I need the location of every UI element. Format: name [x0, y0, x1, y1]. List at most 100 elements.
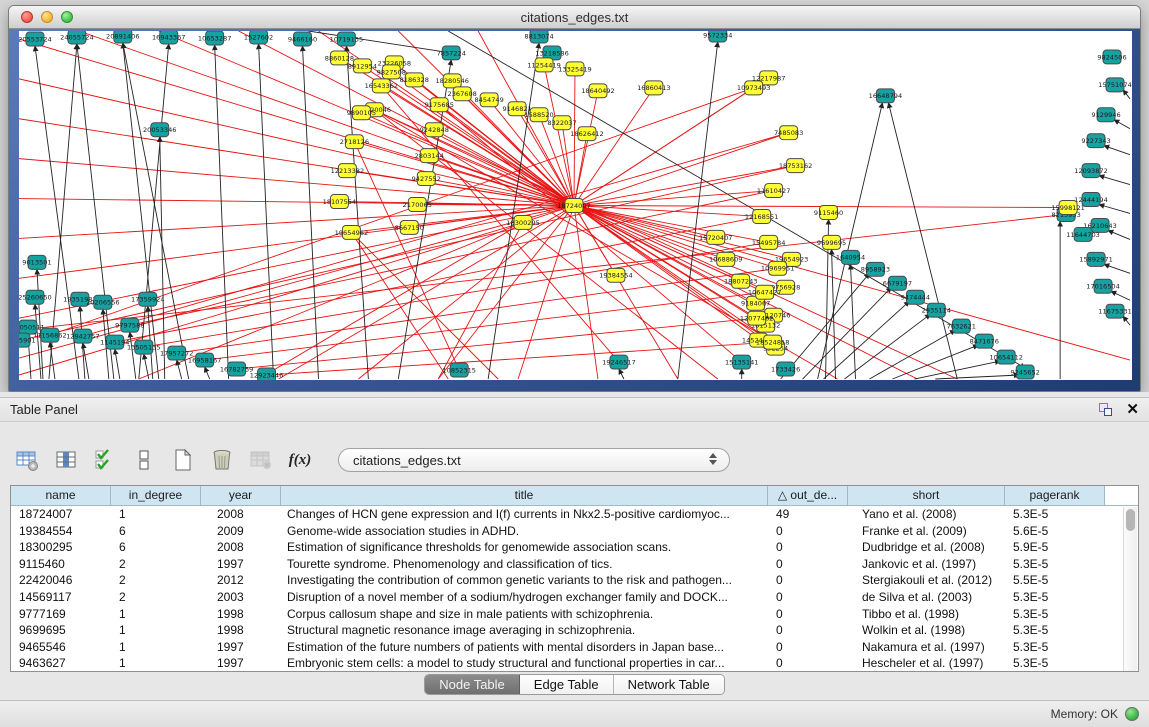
column-header-out_de[interactable]: △ out_de... [768, 486, 848, 506]
column-header-short[interactable]: short [848, 486, 1005, 506]
column-header-in_degree[interactable]: in_degree [111, 486, 201, 506]
graph-node[interactable]: 15495784 [752, 235, 786, 249]
graph-node[interactable]: 6679197 [883, 276, 912, 290]
graph-node[interactable]: 19246517 [602, 355, 636, 369]
window-titlebar[interactable]: citations_edges.txt [9, 6, 1140, 29]
graph-node[interactable]: 2367608 [448, 87, 477, 101]
graph-node[interactable]: 8454749 [474, 93, 503, 107]
graph-node[interactable]: 9824506 [1097, 50, 1126, 64]
table-row[interactable]: 1830029562008Estimation of significance … [11, 539, 1138, 556]
graph-node[interactable]: 17016504 [1086, 279, 1120, 293]
graph-node[interactable]: 8667150 [395, 220, 424, 234]
graph-node[interactable]: 18640492 [581, 84, 615, 98]
close-panel-icon[interactable]: ✕ [1126, 402, 1139, 418]
graph-node[interactable]: 2935114 [922, 303, 951, 317]
function-builder-icon[interactable]: f(x) [287, 447, 313, 473]
table-row[interactable]: 1872400712008Changes of HCN gene express… [11, 506, 1138, 523]
table-row[interactable]: 1938455462009Genome-wide association stu… [11, 523, 1138, 540]
graph-node[interactable]: 7485083 [774, 126, 803, 140]
graph-node[interactable]: 9227343 [1081, 134, 1110, 148]
column-header-name[interactable]: name [11, 486, 111, 506]
table-row[interactable]: 969969511998Structural magnetic resonanc… [11, 622, 1138, 639]
tab-node-table[interactable]: Node Table [425, 675, 520, 694]
table-selector-dropdown[interactable]: citations_edges.txt [338, 448, 730, 472]
graph-node[interactable]: 20553724 [19, 32, 52, 46]
graph-node-label: 9797588 [115, 322, 144, 330]
graph-node[interactable]: 24055724 [60, 31, 94, 44]
scrollbar-thumb[interactable] [1126, 509, 1135, 531]
graph-node[interactable]: 9572334 [703, 31, 732, 42]
graph-node[interactable]: 15892971 [1079, 252, 1113, 266]
graph-node[interactable]: 19654962 [335, 225, 369, 239]
table-row[interactable]: 946362711997Embryonic stem cells: a mode… [11, 655, 1138, 672]
network-canvas[interactable]: 20553724 24055724 20891406 16943367 10653287… [19, 31, 1132, 380]
vertical-scrollbar[interactable] [1123, 507, 1137, 671]
graph-node[interactable]: 16860413 [637, 81, 671, 95]
graph-node[interactable]: 12923446 [250, 368, 284, 380]
graph-node[interactable]: 8813074 [524, 31, 553, 43]
graph-node[interactable]: 20891406 [106, 31, 140, 43]
graph-node[interactable]: 9699695 [817, 235, 846, 249]
close-window-button[interactable] [21, 11, 33, 23]
graph-node[interactable]: 9474444 [901, 290, 930, 304]
graph-node[interactable]: 9129946 [1091, 108, 1120, 122]
graph-node[interactable]: 10688609 [709, 252, 743, 266]
table-row[interactable]: 2242004622012Investigating the contribut… [11, 572, 1138, 589]
graph-node[interactable]: 1640954 [836, 250, 865, 264]
delete-icon[interactable] [209, 447, 235, 473]
graph-node[interactable]: 15720407 [699, 230, 733, 244]
graph-node[interactable]: 9466160 [288, 32, 317, 46]
graph-node[interactable]: 15751074 [1098, 78, 1132, 92]
select-rows-icon[interactable] [92, 447, 118, 473]
table-settings-icon[interactable] [14, 447, 40, 473]
graph-node[interactable]: 15135141 [725, 355, 759, 369]
graph-node[interactable]: 8471676 [970, 334, 999, 348]
graph-node[interactable]: 10719135 [330, 32, 364, 46]
tab-network-table[interactable]: Network Table [614, 675, 724, 694]
table-row[interactable]: 977716911998Corpus callosum shape and si… [11, 606, 1138, 623]
minimize-window-button[interactable] [41, 11, 53, 23]
graph-node[interactable]: 10852315 [442, 363, 476, 377]
graph-node-label: 2803144 [415, 152, 444, 160]
graph-node[interactable]: 16648794 [869, 89, 903, 103]
graph-node[interactable]: 12093872 [1074, 164, 1108, 178]
memory-indicator-icon[interactable] [1125, 707, 1139, 721]
graph-node[interactable]: 20053346 [143, 123, 177, 137]
graph-node[interactable]: 9245652 [1011, 365, 1040, 379]
table-row[interactable]: 946554611997Estimation of the future num… [11, 639, 1138, 656]
graph-node[interactable]: 13325419 [558, 62, 592, 76]
graph-node[interactable]: 10653287 [198, 31, 232, 45]
graph-node[interactable]: 1145194 [100, 335, 129, 349]
graph-node[interactable]: 9013501 [22, 255, 51, 269]
new-document-icon[interactable] [170, 447, 196, 473]
graph-node[interactable]: 16782759 [220, 362, 254, 376]
graph-node[interactable]: 16943367 [152, 31, 186, 44]
float-window-icon[interactable] [1098, 402, 1114, 418]
graph-node[interactable]: 18626412 [570, 127, 604, 141]
column-header-pagerank[interactable]: pagerank [1005, 486, 1105, 506]
graph-node[interactable]: 12213382 [331, 164, 365, 178]
graph-node[interactable]: 19384554 [599, 268, 633, 282]
table-cell: 9699695 [11, 622, 111, 639]
table-row[interactable]: 1456911722003Disruption of a novel membe… [11, 589, 1138, 606]
graph-node[interactable]: 7632621 [947, 319, 976, 333]
graph-node[interactable]: 25260650 [19, 290, 52, 304]
graph-node[interactable]: 1527602 [244, 31, 273, 44]
graph-node[interactable]: 18107554 [323, 195, 357, 209]
column-header-title[interactable]: title [281, 486, 768, 506]
show-columns-icon[interactable] [53, 447, 79, 473]
graph-node[interactable]: 1733426 [771, 362, 800, 376]
graph-node[interactable]: 9115460 [814, 206, 843, 220]
zoom-window-button[interactable] [61, 11, 73, 23]
column-header-year[interactable]: year [201, 486, 281, 506]
table-row[interactable]: 911546021997Tourette syndrome. Phenomeno… [11, 556, 1138, 573]
row-height-icon[interactable] [131, 447, 157, 473]
graph-node[interactable]: 18753162 [779, 159, 813, 173]
graph-node[interactable]: 18280546 [435, 74, 469, 88]
graph-node[interactable]: 7857224 [437, 46, 466, 60]
graph-node[interactable]: 11610427 [757, 184, 791, 198]
graph-node[interactable]: 11675331 [1098, 304, 1132, 318]
graph-node[interactable]: 16543362 [365, 79, 399, 93]
tab-edge-table[interactable]: Edge Table [520, 675, 614, 694]
graph-node[interactable]: 12942757 [66, 329, 100, 343]
